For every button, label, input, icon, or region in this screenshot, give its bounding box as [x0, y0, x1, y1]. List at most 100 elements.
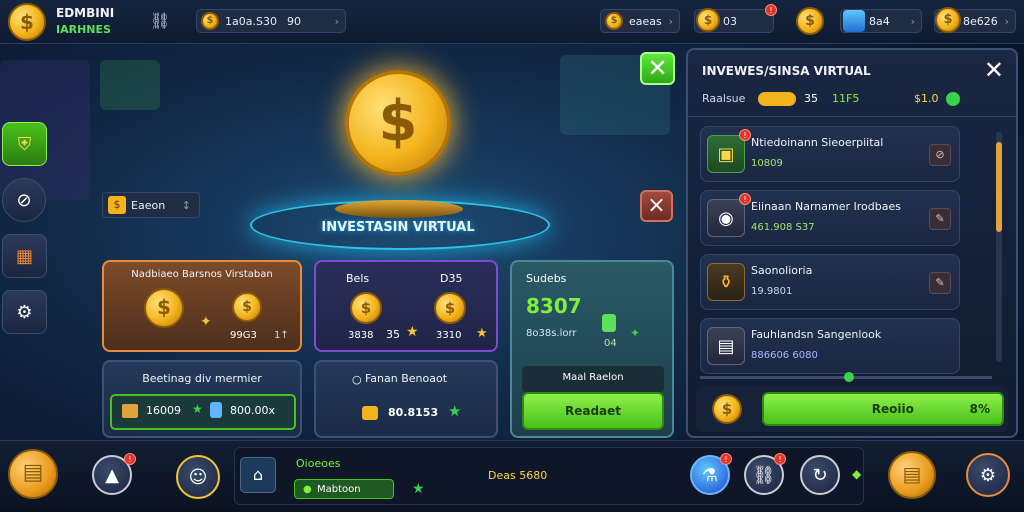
hero-pedestal: [335, 200, 463, 218]
list-item[interactable]: ▤ Fauhlandsn Sangenlook 886606 6080: [700, 318, 960, 374]
betting-box: Beetinag div mermier 16009 ★ 800.00x: [102, 360, 302, 438]
redeem-button[interactable]: Readaet: [522, 392, 664, 430]
sidebar-map-button[interactable]: ▦: [2, 234, 47, 278]
refresh-button[interactable]: ↻: [800, 455, 840, 495]
sidebar-shield-button[interactable]: ⛨: [2, 122, 47, 166]
chevron-right-icon: ›: [910, 14, 915, 28]
bank-icon[interactable]: ⌂: [240, 457, 276, 493]
bottom-tag[interactable]: ● Mabtoon: [294, 479, 394, 499]
star-icon: ★: [448, 402, 462, 420]
list-icon: [122, 404, 138, 418]
edit-icon[interactable]: ✎: [929, 208, 951, 230]
edit-icon[interactable]: ⊘: [929, 144, 951, 166]
camera-icon: ◉: [707, 199, 745, 237]
card-value-left-b: 35: [386, 328, 400, 341]
chat-button[interactable]: ▤: [888, 451, 936, 499]
card-value-right: 3310: [436, 330, 462, 341]
sidebar-settings-button[interactable]: ⚙: [2, 290, 47, 334]
slider-handle[interactable]: [844, 372, 854, 382]
green-coin-icon: [946, 92, 960, 106]
card-label-left: Bels: [346, 272, 370, 285]
background-screen: [100, 60, 160, 110]
coin-icon: $: [712, 394, 742, 424]
edit-icon[interactable]: ✎: [929, 272, 951, 294]
box-title: Fanan Benoaot: [364, 372, 448, 385]
notification-badge: !: [765, 4, 777, 16]
counter-value: 1a0a.S30: [225, 14, 277, 28]
shield-icon: ⛨: [17, 133, 32, 155]
footer-button-label: Reoiio: [871, 402, 914, 416]
investment-card-bronze[interactable]: Nadbiaeo Barsnos Virstaban $ ✦ $ 99G3 1↑: [102, 260, 302, 352]
chevron-right-icon: ◆: [852, 467, 862, 481]
filter-label: Eaeon: [131, 198, 166, 212]
machine-icon: ▤: [707, 327, 745, 365]
list-item[interactable]: ▣ ! Ntiedoinann Sieoerpiital 10809 ⊘: [700, 126, 960, 182]
notification-badge: !: [124, 453, 136, 465]
close-green-button[interactable]: ✕: [640, 52, 675, 85]
star-icon: ★: [192, 402, 203, 416]
star-icon: ✦: [200, 314, 212, 330]
card-amount: 8307: [526, 294, 582, 318]
card-value-left: 3838: [348, 330, 374, 341]
counter-suffix: 90: [286, 14, 301, 28]
filter-dropdown[interactable]: $ Eaeon ↕: [102, 192, 200, 218]
resource-counter[interactable]: $ 03 !: [694, 4, 777, 33]
coin-icon: $: [696, 8, 720, 32]
investment-card-purple[interactable]: Bels D35 $ $ 3838 35 ★ 3310 ★: [314, 260, 498, 352]
list-item[interactable]: ◉ ! Eiinaan Narnamer Irodbaes 461.908 S3…: [700, 190, 960, 246]
box-title: Beetinag div mermier: [142, 372, 262, 385]
coin-icon[interactable]: $: [8, 3, 46, 41]
item-title: Fauhlandsn Sangenlook: [751, 328, 882, 341]
link-icon[interactable]: ⛓: [150, 11, 170, 30]
item-title: Saonolioria: [751, 264, 813, 277]
chevron-right-icon: ›: [334, 14, 339, 28]
close-icon[interactable]: ✕: [984, 56, 1004, 84]
chevron-down-icon: ↕: [181, 198, 191, 212]
box-right-value: 800.00x: [230, 404, 275, 417]
sub-value-1: 35: [804, 92, 818, 105]
coin-icon: $: [201, 12, 219, 30]
coin-icon: $: [434, 292, 466, 324]
coin-icon[interactable]: $: [796, 7, 824, 35]
hero-coin-icon: $: [345, 70, 451, 176]
top-bar: $ EDMBINI IARHNES ⛓ $ 1a0a.S30 90 › $ ea…: [0, 0, 1024, 44]
investment-card-teal[interactable]: Sudebs 8307 8o38s.lorr 04 ✦ Maal Raelon …: [510, 260, 674, 438]
coin-balance[interactable]: $ 8e626 ›: [934, 7, 1016, 33]
gem-icon: [602, 314, 616, 332]
star-icon: ★: [476, 326, 488, 341]
coin-icon: $: [935, 7, 961, 33]
divider: [688, 116, 1016, 117]
tag-icon: ●: [303, 483, 312, 495]
coin-counter[interactable]: $ 1a0a.S30 90 ›: [196, 9, 346, 33]
chevron-right-icon: ›: [1004, 14, 1009, 28]
gem-counter[interactable]: 8a4 ›: [840, 9, 922, 33]
coin-balance-value: 8e626: [963, 14, 998, 28]
lamp-icon: ⚱: [707, 263, 745, 301]
resource-value: 03: [723, 14, 737, 28]
bonus-box: ○ Fanan Benoaot 80.8153 ★: [314, 360, 498, 438]
item-title: Ntiedoinann Sieoerpiital: [751, 136, 884, 149]
resource-counter[interactable]: $ eaeas ›: [600, 9, 680, 33]
bottle-icon: [210, 402, 222, 418]
notification-badge: !: [720, 453, 732, 465]
settings-button[interactable]: ⚙: [966, 453, 1010, 497]
coin-stack-icon: $: [144, 288, 184, 328]
resource-value: eaeas: [629, 14, 662, 28]
card-value: 99G3: [230, 330, 257, 341]
card-label-right: D35: [440, 272, 463, 285]
progress-pill: [758, 92, 796, 106]
bottom-bar: ▤ ▲ ! ☺ ⌂ Oioeoes ● Mabtoon ★ Deas 5680 …: [0, 440, 1024, 512]
gem-value: 8a4: [869, 14, 890, 28]
close-button[interactable]: ×: [640, 190, 673, 222]
footer-action-button[interactable]: Reoiio 8%: [762, 392, 1004, 426]
scrollbar-thumb[interactable]: [996, 142, 1002, 232]
sidebar-compass-button[interactable]: ⊘: [2, 178, 46, 222]
profile-button[interactable]: ☺: [176, 455, 220, 499]
list-item[interactable]: ⚱ Saonolioria 19.9801 ✎: [700, 254, 960, 310]
chevron-right-icon: ›: [668, 14, 673, 28]
card-title: Nadbiaeo Barsnos Virstaban: [131, 269, 273, 280]
menu-button[interactable]: ▤: [8, 449, 58, 499]
chest-icon: ▣: [707, 135, 745, 173]
star-icon: ✦: [630, 326, 641, 340]
bottom-label: Oioeoes: [296, 457, 341, 470]
